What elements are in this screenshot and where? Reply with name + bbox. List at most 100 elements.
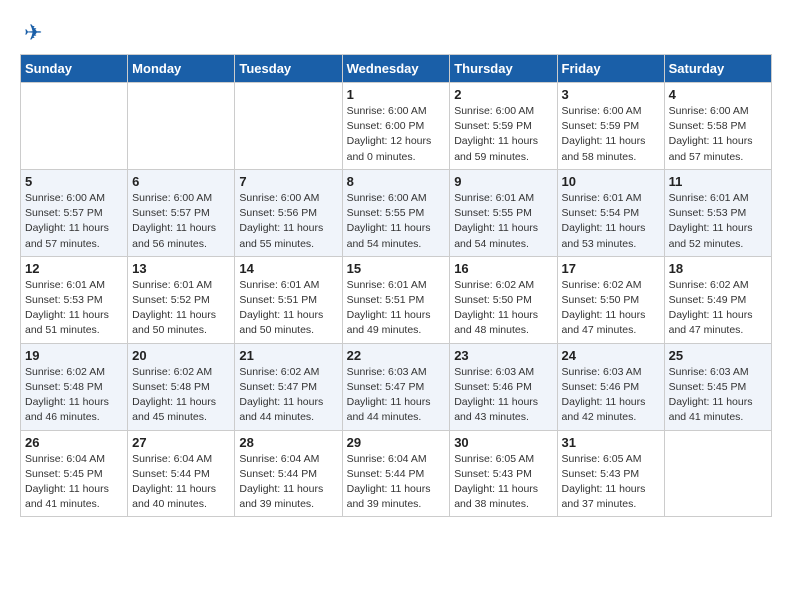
day-number-7: 7 [239,174,337,189]
weekday-header-friday: Friday [557,55,664,83]
day-cell-12: 12 Sunrise: 6:01 AMSunset: 5:53 PMDayligh… [21,256,128,343]
day-cell-21: 21 Sunrise: 6:02 AMSunset: 5:47 PMDayligh… [235,343,342,430]
day-cell-4: 4 Sunrise: 6:00 AMSunset: 5:58 PMDaylight… [664,83,771,170]
day-cell-23: 23 Sunrise: 6:03 AMSunset: 5:46 PMDayligh… [450,343,557,430]
day-cell-2: 2 Sunrise: 6:00 AMSunset: 5:59 PMDaylight… [450,83,557,170]
day-info-20: Sunrise: 6:02 AMSunset: 5:48 PMDaylight:… [132,365,230,426]
day-cell-9: 9 Sunrise: 6:01 AMSunset: 5:55 PMDaylight… [450,169,557,256]
day-number-31: 31 [562,435,660,450]
day-info-3: Sunrise: 6:00 AMSunset: 5:59 PMDaylight:… [562,104,660,165]
day-cell-27: 27 Sunrise: 6:04 AMSunset: 5:44 PMDayligh… [128,430,235,517]
day-cell-8: 8Sunrise: 6:00 AMSunset: 5:55 PMDaylight… [342,169,450,256]
week-row-2: 5 Sunrise: 6:00 AMSunset: 5:57 PMDaylight… [21,169,772,256]
day-info-11: Sunrise: 6:01 AMSunset: 5:53 PMDaylight:… [669,191,767,252]
day-info-2: Sunrise: 6:00 AMSunset: 5:59 PMDaylight:… [454,104,552,165]
day-cell-15: 15 Sunrise: 6:01 AMSunset: 5:51 PMDayligh… [342,256,450,343]
day-number-15: 15 [347,261,446,276]
day-cell-17: 17 Sunrise: 6:02 AMSunset: 5:50 PMDayligh… [557,256,664,343]
day-number-18: 18 [669,261,767,276]
day-number-26: 26 [25,435,123,450]
day-cell-16: 16Sunrise: 6:02 AMSunset: 5:50 PMDayligh… [450,256,557,343]
day-cell-25: 25Sunrise: 6:03 AMSunset: 5:45 PMDayligh… [664,343,771,430]
day-cell-31: 31Sunrise: 6:05 AMSunset: 5:43 PMDayligh… [557,430,664,517]
day-info-9: Sunrise: 6:01 AMSunset: 5:55 PMDaylight:… [454,191,552,252]
day-info-18: Sunrise: 6:02 AMSunset: 5:49 PMDaylight:… [669,278,767,339]
day-cell-24: 24Sunrise: 6:03 AMSunset: 5:46 PMDayligh… [557,343,664,430]
day-number-20: 20 [132,348,230,363]
weekday-header-monday: Monday [128,55,235,83]
weekday-header-thursday: Thursday [450,55,557,83]
day-cell-6: 6Sunrise: 6:00 AMSunset: 5:57 PMDaylight… [128,169,235,256]
day-cell-22: 22 Sunrise: 6:03 AMSunset: 5:47 PMDayligh… [342,343,450,430]
day-cell-20: 20 Sunrise: 6:02 AMSunset: 5:48 PMDayligh… [128,343,235,430]
logo-bird-icon: ✈ [24,20,42,46]
day-info-1: Sunrise: 6:00 AMSunset: 6:00 PMDaylight:… [347,104,446,165]
day-cell-18: 18 Sunrise: 6:02 AMSunset: 5:49 PMDayligh… [664,256,771,343]
day-cell-29: 29Sunrise: 6:04 AMSunset: 5:44 PMDayligh… [342,430,450,517]
day-number-2: 2 [454,87,552,102]
day-number-21: 21 [239,348,337,363]
day-info-7: Sunrise: 6:00 AMSunset: 5:56 PMDaylight:… [239,191,337,252]
day-cell-1: 1Sunrise: 6:00 AMSunset: 6:00 PMDaylight… [342,83,450,170]
day-number-28: 28 [239,435,337,450]
day-info-14: Sunrise: 6:01 AMSunset: 5:51 PMDaylight:… [239,278,337,339]
day-info-28: Sunrise: 6:04 AMSunset: 5:44 PMDaylight:… [239,452,337,513]
day-number-17: 17 [562,261,660,276]
empty-cell [128,83,235,170]
day-info-13: Sunrise: 6:01 AMSunset: 5:52 PMDaylight:… [132,278,230,339]
day-number-13: 13 [132,261,230,276]
day-info-15: Sunrise: 6:01 AMSunset: 5:51 PMDaylight:… [347,278,446,339]
week-row-1: 1Sunrise: 6:00 AMSunset: 6:00 PMDaylight… [21,83,772,170]
day-number-6: 6 [132,174,230,189]
day-number-9: 9 [454,174,552,189]
day-cell-11: 11Sunrise: 6:01 AMSunset: 5:53 PMDayligh… [664,169,771,256]
day-cell-3: 3 Sunrise: 6:00 AMSunset: 5:59 PMDaylight… [557,83,664,170]
day-info-5: Sunrise: 6:00 AMSunset: 5:57 PMDaylight:… [25,191,123,252]
weekday-header-row: SundayMondayTuesdayWednesdayThursdayFrid… [21,55,772,83]
day-info-21: Sunrise: 6:02 AMSunset: 5:47 PMDaylight:… [239,365,337,426]
day-number-22: 22 [347,348,446,363]
week-row-4: 19Sunrise: 6:02 AMSunset: 5:48 PMDayligh… [21,343,772,430]
day-number-4: 4 [669,87,767,102]
day-number-30: 30 [454,435,552,450]
day-info-22: Sunrise: 6:03 AMSunset: 5:47 PMDaylight:… [347,365,446,426]
week-row-5: 26 Sunrise: 6:04 AMSunset: 5:45 PMDayligh… [21,430,772,517]
day-number-16: 16 [454,261,552,276]
day-number-12: 12 [25,261,123,276]
day-cell-5: 5 Sunrise: 6:00 AMSunset: 5:57 PMDaylight… [21,169,128,256]
day-cell-28: 28 Sunrise: 6:04 AMSunset: 5:44 PMDayligh… [235,430,342,517]
weekday-header-wednesday: Wednesday [342,55,450,83]
day-cell-30: 30 Sunrise: 6:05 AMSunset: 5:43 PMDayligh… [450,430,557,517]
day-cell-14: 14 Sunrise: 6:01 AMSunset: 5:51 PMDayligh… [235,256,342,343]
day-cell-10: 10 Sunrise: 6:01 AMSunset: 5:54 PMDayligh… [557,169,664,256]
day-info-24: Sunrise: 6:03 AMSunset: 5:46 PMDaylight:… [562,365,660,426]
day-info-12: Sunrise: 6:01 AMSunset: 5:53 PMDaylight:… [25,278,123,339]
day-cell-13: 13 Sunrise: 6:01 AMSunset: 5:52 PMDayligh… [128,256,235,343]
empty-cell [235,83,342,170]
day-number-14: 14 [239,261,337,276]
day-info-17: Sunrise: 6:02 AMSunset: 5:50 PMDaylight:… [562,278,660,339]
empty-cell [21,83,128,170]
weekday-header-tuesday: Tuesday [235,55,342,83]
logo-line: ✈ [20,20,42,46]
day-number-10: 10 [562,174,660,189]
day-info-30: Sunrise: 6:05 AMSunset: 5:43 PMDaylight:… [454,452,552,513]
day-info-10: Sunrise: 6:01 AMSunset: 5:54 PMDaylight:… [562,191,660,252]
day-number-5: 5 [25,174,123,189]
day-number-25: 25 [669,348,767,363]
day-info-8: Sunrise: 6:00 AMSunset: 5:55 PMDaylight:… [347,191,446,252]
calendar-table: SundayMondayTuesdayWednesdayThursdayFrid… [20,54,772,517]
day-cell-7: 7 Sunrise: 6:00 AMSunset: 5:56 PMDaylight… [235,169,342,256]
day-number-27: 27 [132,435,230,450]
day-cell-19: 19Sunrise: 6:02 AMSunset: 5:48 PMDayligh… [21,343,128,430]
day-info-23: Sunrise: 6:03 AMSunset: 5:46 PMDaylight:… [454,365,552,426]
day-info-26: Sunrise: 6:04 AMSunset: 5:45 PMDaylight:… [25,452,123,513]
logo: ✈ [20,20,42,46]
day-cell-26: 26 Sunrise: 6:04 AMSunset: 5:45 PMDayligh… [21,430,128,517]
day-number-29: 29 [347,435,446,450]
day-info-4: Sunrise: 6:00 AMSunset: 5:58 PMDaylight:… [669,104,767,165]
day-number-23: 23 [454,348,552,363]
day-info-27: Sunrise: 6:04 AMSunset: 5:44 PMDaylight:… [132,452,230,513]
weekday-header-sunday: Sunday [21,55,128,83]
day-number-3: 3 [562,87,660,102]
